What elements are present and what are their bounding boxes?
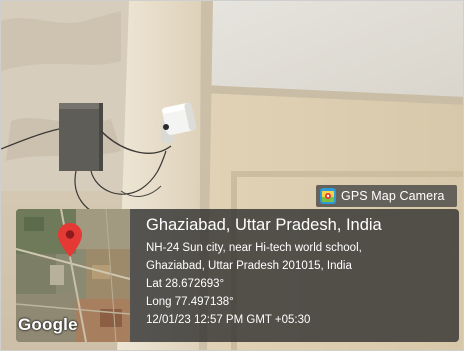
badge-label: GPS Map Camera (341, 189, 445, 203)
latitude-text: Lat 28.672693° (146, 278, 225, 290)
gps-map-camera-badge: GPS Map Camera (316, 185, 457, 207)
photo-frame: GPS Map Camera Google Ghaziabad, Uttar P… (0, 0, 464, 351)
google-attribution: Google (18, 315, 78, 334)
address-line-1: NH-24 Sun city, near Hi-tech world schoo… (146, 242, 362, 254)
location-pin-icon (58, 223, 82, 257)
map-thumbnail: Google (16, 209, 130, 342)
location-overlay: Google Ghaziabad, Uttar Pradesh, India N… (16, 209, 459, 342)
timestamp-text: 12/01/23 12:57 PM GMT +05:30 (146, 314, 311, 326)
longitude-text: Long 77.497138° (146, 296, 234, 308)
location-title: Ghaziabad, Uttar Pradesh, India (146, 216, 382, 234)
gps-map-camera-app-icon (320, 188, 336, 204)
address-line-2: Ghaziabad, Uttar Pradesh 201015, India (146, 260, 352, 272)
location-info: Ghaziabad, Uttar Pradesh, India NH-24 Su… (146, 215, 454, 329)
